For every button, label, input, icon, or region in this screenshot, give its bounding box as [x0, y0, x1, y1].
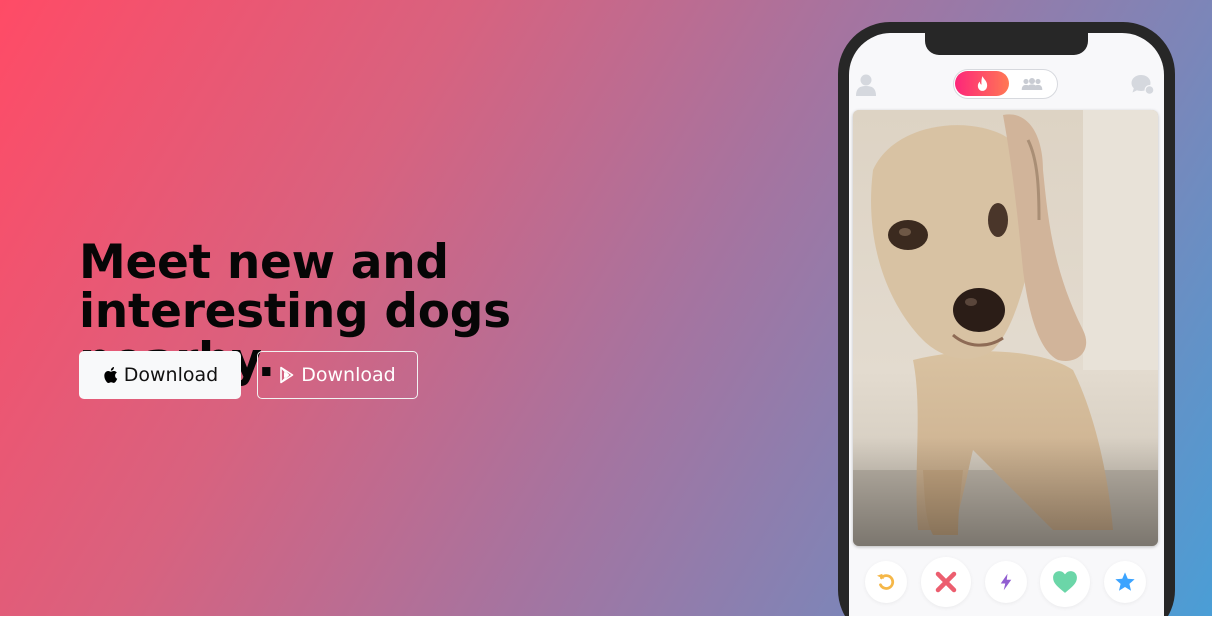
- discovery-toggle[interactable]: [953, 69, 1058, 99]
- hero-section: Meet new and interesting dogs nearby. Do…: [0, 0, 1212, 616]
- action-bar: [849, 553, 1164, 613]
- star-icon: [1115, 572, 1135, 591]
- user-icon[interactable]: [855, 73, 877, 97]
- phone-notch: [925, 33, 1088, 55]
- apple-icon: [102, 366, 118, 384]
- google-play-icon: [279, 366, 295, 384]
- app-store-download-label: Download: [123, 364, 219, 386]
- google-play-download-label: Download: [301, 364, 396, 386]
- group-icon[interactable]: [1014, 74, 1050, 94]
- heart-icon: [1053, 571, 1077, 593]
- dog-photo: [853, 110, 1158, 546]
- like-button[interactable]: [1040, 557, 1090, 607]
- phone-screen: [849, 33, 1164, 616]
- rewind-button[interactable]: [865, 561, 907, 603]
- profile-card[interactable]: [853, 110, 1158, 546]
- phone-mockup: [838, 22, 1175, 616]
- super-like-button[interactable]: [1104, 561, 1146, 603]
- chat-icon[interactable]: [1130, 73, 1156, 97]
- app-store-download-button[interactable]: Download: [79, 351, 241, 399]
- bolt-icon: [1000, 573, 1012, 591]
- flame-icon[interactable]: [955, 71, 1009, 96]
- nope-button[interactable]: [921, 557, 971, 607]
- rewind-icon: [876, 573, 895, 590]
- google-play-download-button[interactable]: Download: [257, 351, 418, 399]
- close-icon: [935, 571, 957, 593]
- boost-button[interactable]: [985, 561, 1027, 603]
